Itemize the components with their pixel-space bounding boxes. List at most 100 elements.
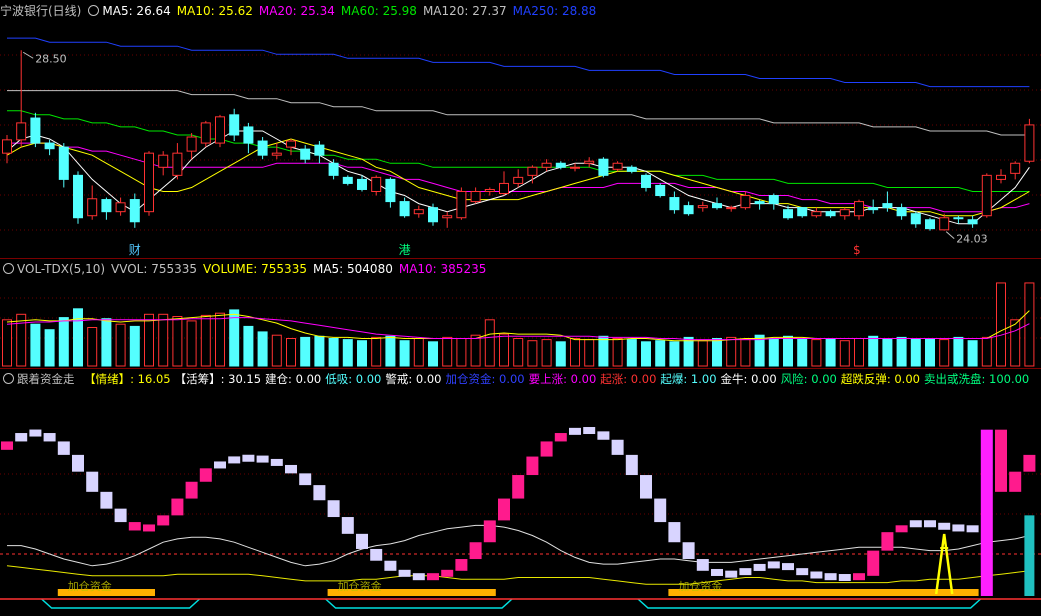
candle-up	[584, 160, 595, 164]
fund-bar-falling	[114, 508, 127, 523]
candle-up	[1024, 124, 1035, 162]
candle-down	[797, 207, 808, 217]
volume-bar-up	[726, 336, 737, 367]
fund-spike-bar	[980, 429, 993, 596]
volume-bar-down	[428, 341, 438, 367]
fund-bar-rising	[199, 468, 212, 482]
signal-trough-line	[41, 598, 201, 609]
high-mark-label: 28.50	[35, 52, 66, 65]
volume-bar-up	[981, 336, 992, 367]
fund-item-label: 超跌反弹: 0.00	[840, 372, 920, 386]
candle-up	[726, 207, 737, 210]
fund-bar-rising	[441, 569, 454, 577]
volume-bar-up	[939, 339, 950, 367]
candle-down	[342, 176, 353, 184]
volume-bar-down	[598, 335, 609, 367]
candle-down	[712, 203, 722, 209]
fund-bar-rising	[554, 433, 567, 442]
event-marker: $	[853, 243, 861, 257]
fund-bar-rising	[995, 429, 1007, 492]
event-marker: 财	[129, 243, 141, 257]
fund-bar-rising	[498, 498, 510, 521]
candle-down	[783, 209, 793, 219]
volume-bar-down	[101, 318, 112, 367]
candle-up	[1010, 162, 1021, 174]
candle-up	[186, 136, 197, 152]
candle-up	[811, 211, 822, 217]
fund-bar-rising	[1, 441, 13, 450]
volume-bar-down	[44, 329, 55, 367]
volume-bar-down	[129, 325, 140, 367]
collapse-icon[interactable]	[3, 263, 14, 274]
fund-item-label: 金牛: 0.00	[720, 372, 777, 386]
fund-bar-rising	[895, 525, 908, 533]
fund-item-label: 卖出或洗盘: 100.00	[923, 372, 1030, 386]
fund-item-label: 起爆: 1.00	[660, 372, 717, 386]
kline-header: 宁波银行(日线) MA5: 26.64 MA10: 25.62 MA20: 25.34…	[0, 3, 602, 19]
collapse-icon[interactable]	[3, 373, 14, 384]
ma60-label: MA60: 25.98	[340, 4, 417, 18]
volume-bar-down	[953, 336, 964, 367]
volume-bar-up	[499, 333, 509, 367]
fund-title: 跟着资金走	[17, 372, 75, 386]
volume-bar-up	[413, 338, 424, 367]
ma250-label: MA250: 28.88	[512, 4, 597, 18]
volume-bar-up	[87, 327, 98, 367]
volume-bar-up	[996, 282, 1006, 367]
collapse-icon[interactable]	[88, 5, 100, 16]
fund-item-label: 建仓: 0.00	[265, 372, 322, 386]
volume-panel[interactable]: VOL-TDX(5,10) VVOL: 755335 VOLUME: 755335 M…	[0, 258, 1041, 368]
volume-bar-down	[257, 331, 268, 367]
fund-header: 跟着资金走 【情绪】: 16.05 【活筹】: 30.15 建仓: 0.00 低吸: …	[0, 371, 1033, 387]
fund-item-label: 警戒: 0.00	[385, 372, 442, 386]
fund-item-label: 低吸: 0.00	[325, 372, 382, 386]
fund-bar-falling	[640, 475, 652, 499]
spike-signal	[934, 533, 954, 595]
fund-item-label: 【活筹】: 30.15	[174, 372, 262, 386]
fund-bar-falling	[412, 573, 425, 581]
fund-bar-falling	[924, 520, 936, 528]
candle-up	[87, 198, 98, 217]
candle-down	[328, 162, 339, 176]
fund-bar-falling	[356, 533, 368, 549]
kline-panel[interactable]: 28.50 24.03 财 港 $ 宁波银行(日线) MA5: 26.64 MA10: 25…	[0, 0, 1041, 258]
candle-down	[825, 211, 836, 217]
candle-up	[413, 209, 424, 215]
volume-bar-up	[811, 339, 822, 367]
vol-ma5-label: MA5: 504080	[312, 262, 393, 276]
candle-up	[16, 122, 27, 141]
volume-bar-down	[555, 341, 566, 367]
candle-up	[939, 217, 950, 231]
fund-bar-falling	[767, 561, 780, 569]
volume-bar-up	[527, 340, 538, 367]
volume-bar-down	[967, 340, 978, 367]
candle-up	[527, 166, 538, 176]
fund-bar-falling	[242, 454, 255, 462]
volume-bar-up	[2, 319, 12, 367]
volume-bar-down	[641, 341, 651, 367]
kline-title: 宁波银行(日线)	[0, 4, 82, 18]
fund-chart: 加仓资金 加仓资金 加仓资金	[0, 427, 1041, 609]
fund-bar-rising	[128, 522, 141, 531]
fund-bar-falling	[86, 471, 99, 492]
volume-bar-up	[215, 312, 225, 367]
candle-down	[257, 140, 268, 156]
fund-bar-falling	[384, 560, 397, 571]
volume-bar-down	[626, 339, 637, 367]
candle-down	[754, 201, 765, 205]
volume-bar-down	[58, 317, 69, 367]
fund-panel[interactable]: 加仓资金 加仓资金 加仓资金 跟着资金走 【情绪】: 16.05 【活筹】: 30.1…	[0, 368, 1041, 616]
candle-up	[456, 191, 467, 219]
fund-bar-falling	[57, 441, 70, 455]
fund-bar-falling	[952, 524, 965, 532]
fund-item-label: 风险: 0.00	[780, 372, 837, 386]
fund-bar-falling	[285, 464, 297, 474]
fund-bar-falling	[611, 439, 624, 455]
candle-down	[357, 178, 367, 190]
candle-up	[200, 122, 211, 144]
fund-bar-rising	[483, 520, 496, 543]
fund-item-label: 加仓资金: 0.00	[445, 372, 525, 386]
candle-up	[172, 152, 183, 176]
candle-down	[768, 195, 779, 205]
candle-down	[910, 213, 921, 225]
